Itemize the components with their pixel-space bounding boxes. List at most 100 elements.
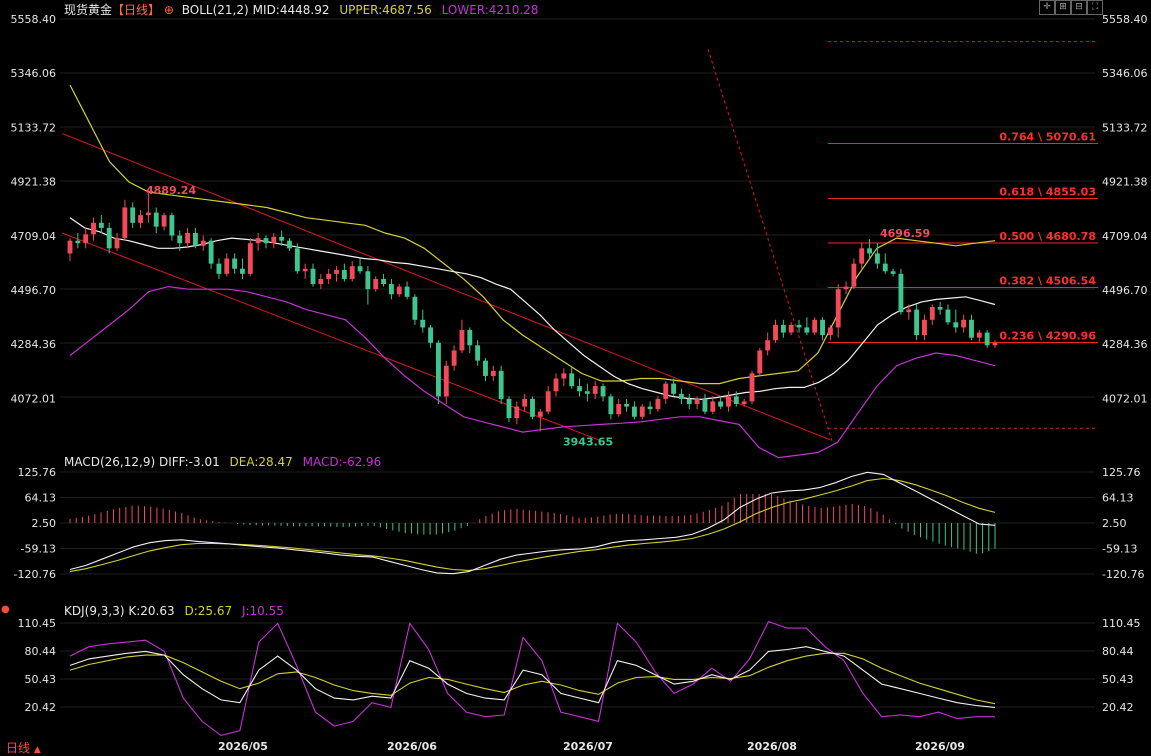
fullscreen-icon[interactable]: ⛶ (1087, 0, 1103, 15)
kdj-k: K:20.63 (128, 604, 175, 618)
macd-tick-left: -120.76 (14, 568, 56, 581)
boll-mid: MID:4448.92 (252, 3, 330, 17)
fib-label: 0.236 \ 4290.96 (999, 330, 1096, 343)
price-tick-left: 4496.70 (11, 284, 57, 297)
candle-body (443, 365, 449, 397)
fib-label: 0.618 \ 4855.03 (999, 186, 1096, 199)
candle-body (247, 243, 253, 274)
candle-body (569, 373, 575, 387)
zoom-out-icon[interactable]: ⊟ (1071, 0, 1087, 15)
kdj-tick-right: 50.43 (1102, 673, 1134, 686)
time-tick: 2026/07 (563, 740, 613, 753)
candle-body (240, 268, 245, 274)
panel-marker-icon: ● (1, 604, 10, 615)
candle-body (153, 212, 159, 227)
grid-lines (60, 18, 1095, 398)
candle-body (122, 207, 128, 239)
candle-body (185, 233, 191, 244)
candle-body (106, 227, 112, 249)
time-tick: 2026/06 (387, 740, 437, 753)
candle-body (365, 271, 371, 290)
kdj-d: D:25.67 (184, 604, 233, 618)
candle-body (287, 240, 292, 249)
macd-tick-right: 125.76 (1102, 466, 1141, 479)
candle-body (584, 391, 590, 394)
price-annotations: 4889.24 3943.65 4696.59 (146, 184, 930, 448)
kdj-tick-right: 20.42 (1102, 701, 1134, 714)
candle-body (741, 401, 747, 405)
candle-body (945, 309, 951, 323)
macd-panel: 125.76 125.76 64.13 64.13 2.50 2.50 -59.13 -59.… (14, 466, 1145, 581)
candle-body (483, 360, 488, 376)
candle-body (647, 406, 653, 410)
candle-body (224, 258, 230, 274)
candle-body (718, 401, 724, 407)
candlestick-series[interactable] (67, 189, 998, 432)
candle-body (67, 240, 73, 254)
price-tick-right: 5558.40 (1102, 13, 1148, 26)
candle-body (686, 398, 692, 405)
macd-tick-left: -59.13 (21, 543, 56, 556)
settings-icon[interactable]: ⊕ (164, 3, 174, 17)
crosshair-icon[interactable]: ✛ (1039, 0, 1055, 15)
price-tick-right: 5133.72 (1102, 121, 1148, 134)
candle-body (702, 398, 708, 412)
candle-body (577, 386, 582, 392)
candle-body (200, 240, 206, 246)
candle-body (600, 386, 606, 397)
boll-upper: UPPER:4687.56 (339, 3, 432, 17)
candle-body (992, 342, 998, 346)
candle-body (820, 319, 825, 336)
candle-body (906, 309, 912, 313)
candle-body (114, 238, 120, 249)
candle-body (357, 266, 363, 272)
candle-body (867, 248, 873, 254)
zoom-in-icon[interactable]: ⊞ (1055, 0, 1071, 15)
kdj-tick-left: 80.44 (25, 645, 57, 658)
candle-body (396, 286, 402, 295)
main-legend: 现货黄金【日线】 ⊕ BOLL(21,2) MID:4448.92 UPPER:4… (64, 1, 538, 18)
kdj-tick-right: 110.45 (1102, 617, 1141, 630)
candle-body (522, 398, 528, 407)
price-tick-right: 4072.01 (1102, 392, 1148, 405)
candle-body (726, 396, 731, 407)
candle-body (804, 327, 810, 333)
candle-body (592, 386, 598, 394)
candle-body (263, 238, 269, 244)
candle-body (969, 319, 974, 338)
candle-body (843, 286, 849, 290)
candle-body (961, 319, 967, 328)
candle-body (655, 398, 661, 410)
candle-body (388, 284, 394, 295)
time-tick: 2026/09 (915, 740, 965, 753)
candle-body (310, 268, 316, 285)
candle-body (914, 309, 920, 336)
price-tick-right: 4284.36 (1102, 338, 1148, 351)
kdj-tick-left: 50.43 (25, 673, 57, 686)
candle-body (929, 307, 935, 320)
period-tag[interactable]: 【日线】 (112, 3, 160, 17)
candle-body (976, 332, 982, 338)
price-tick-left: 4284.36 (11, 338, 57, 351)
boll-upper-line (69, 84, 996, 385)
candle-body (679, 393, 684, 399)
period-selector[interactable]: 日线 ▲ (6, 739, 41, 756)
candle-body (514, 406, 520, 419)
candle-body (381, 278, 386, 285)
candle-body (255, 238, 261, 244)
candle-body (467, 329, 473, 346)
candle-body (984, 332, 990, 346)
candle-body (710, 401, 716, 412)
candle-body (937, 307, 943, 310)
candle-body (851, 263, 857, 287)
kdj-label: KDJ(9,3,3) (64, 604, 125, 618)
dropdown-arrow-icon: ▲ (33, 745, 41, 755)
candle-body (271, 236, 277, 244)
candle-body (506, 398, 512, 419)
candle-body (545, 391, 551, 412)
candle-body (757, 350, 763, 374)
chart-canvas[interactable]: 5558.40 5558.40 5346.06 5346.06 5133.72 5133.… (0, 0, 1151, 756)
candle-body (318, 278, 324, 285)
candle-body (192, 233, 198, 246)
macd-tick-right: -120.76 (1102, 568, 1144, 581)
